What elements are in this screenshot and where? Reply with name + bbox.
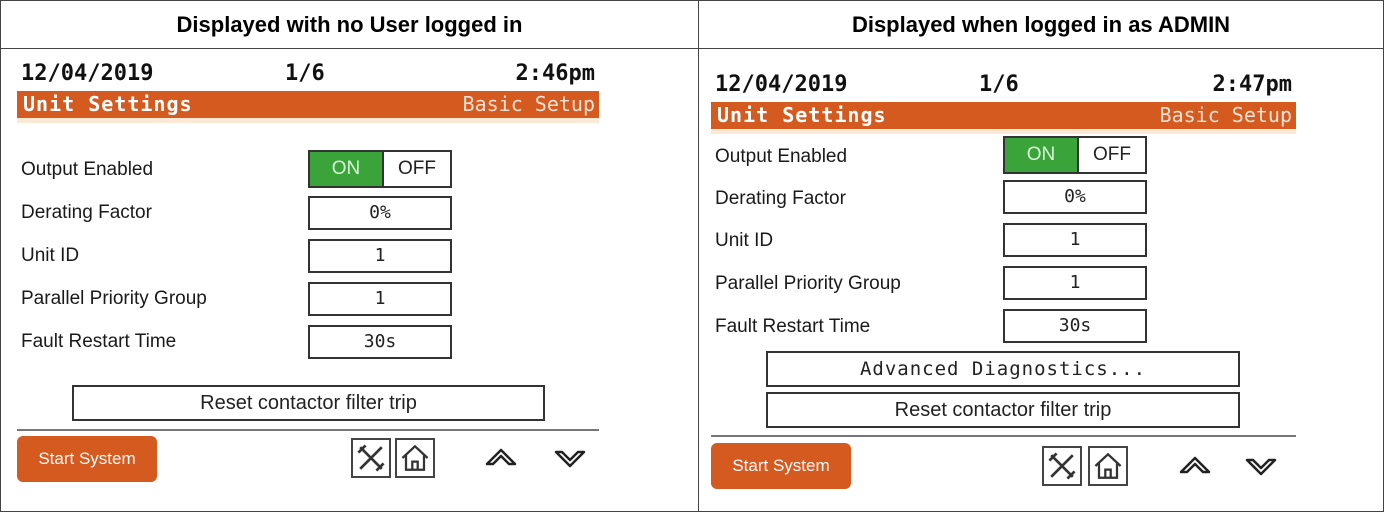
header-no-user: Displayed with no User logged in <box>176 12 523 37</box>
toggle-off-option[interactable]: OFF <box>382 152 450 186</box>
advanced-diagnostics-button[interactable]: Advanced Diagnostics... <box>766 351 1240 387</box>
derating-factor-label: Derating Factor <box>715 188 846 209</box>
section-name: Basic Setup <box>1159 103 1292 127</box>
title-bar: Unit Settings Basic Setup <box>711 102 1296 129</box>
footer-divider <box>17 429 599 431</box>
screen-no-user: 12/04/2019 1/6 2:46pm Unit Settings Basi… <box>17 55 599 495</box>
unit-id-label: Unit ID <box>21 245 80 266</box>
fault-restart-time-field[interactable]: 30s <box>308 325 452 359</box>
page-indicator: 1/6 <box>979 72 1019 97</box>
footer-divider <box>711 435 1296 437</box>
home-icon[interactable] <box>1088 446 1128 486</box>
tools-icon[interactable] <box>351 438 391 478</box>
start-system-button[interactable]: Start System <box>17 436 157 482</box>
column-divider <box>698 1 699 511</box>
header-divider <box>1 48 1383 49</box>
parallel-priority-group-label: Parallel Priority Group <box>21 288 207 309</box>
unit-id-field[interactable]: 1 <box>1003 223 1147 257</box>
toggle-on-option[interactable]: ON <box>310 152 382 186</box>
time-display: 2:47pm <box>1212 72 1292 97</box>
date-display: 12/04/2019 <box>21 61 154 86</box>
chevron-down-icon[interactable] <box>550 438 590 478</box>
output-enabled-label: Output Enabled <box>715 146 848 167</box>
title-bar: Unit Settings Basic Setup <box>17 91 599 118</box>
fault-restart-time-label: Fault Restart Time <box>21 331 177 352</box>
parallel-priority-group-field[interactable]: 1 <box>308 282 452 316</box>
derating-factor-field[interactable]: 0% <box>1003 180 1147 214</box>
toggle-off-option[interactable]: OFF <box>1077 138 1145 172</box>
time-display: 2:46pm <box>515 61 595 86</box>
header-admin: Displayed when logged in as ADMIN <box>851 12 1231 37</box>
page-indicator: 1/6 <box>285 61 325 86</box>
parallel-priority-group-label: Parallel Priority Group <box>715 273 901 294</box>
unit-id-label: Unit ID <box>715 230 774 251</box>
chevron-up-icon[interactable] <box>481 438 521 478</box>
chevron-up-icon[interactable] <box>1175 446 1215 486</box>
parallel-priority-group-field[interactable]: 1 <box>1003 266 1147 300</box>
title-underline <box>711 129 1296 134</box>
toggle-on-option[interactable]: ON <box>1005 138 1077 172</box>
page-title: Unit Settings <box>23 92 193 116</box>
output-enabled-label: Output Enabled <box>21 159 154 180</box>
chevron-down-icon[interactable] <box>1241 446 1281 486</box>
fault-restart-time-field[interactable]: 30s <box>1003 309 1147 343</box>
section-name: Basic Setup <box>462 92 595 116</box>
date-display: 12/04/2019 <box>715 72 848 97</box>
home-icon[interactable] <box>395 438 435 478</box>
output-enabled-toggle[interactable]: ON OFF <box>1003 136 1147 174</box>
reset-contactor-filter-trip-button[interactable]: Reset contactor filter trip <box>72 385 545 421</box>
fault-restart-time-label: Fault Restart Time <box>715 316 871 337</box>
unit-id-field[interactable]: 1 <box>308 239 452 273</box>
tools-icon[interactable] <box>1042 446 1082 486</box>
reset-contactor-filter-trip-button[interactable]: Reset contactor filter trip <box>766 392 1240 428</box>
title-underline <box>17 118 599 123</box>
start-system-button[interactable]: Start System <box>711 443 851 489</box>
page-title: Unit Settings <box>717 103 887 127</box>
output-enabled-toggle[interactable]: ON OFF <box>308 150 452 188</box>
screen-admin: 12/04/2019 1/6 2:47pm Unit Settings Basi… <box>711 66 1296 506</box>
derating-factor-field[interactable]: 0% <box>308 196 452 230</box>
derating-factor-label: Derating Factor <box>21 202 152 223</box>
